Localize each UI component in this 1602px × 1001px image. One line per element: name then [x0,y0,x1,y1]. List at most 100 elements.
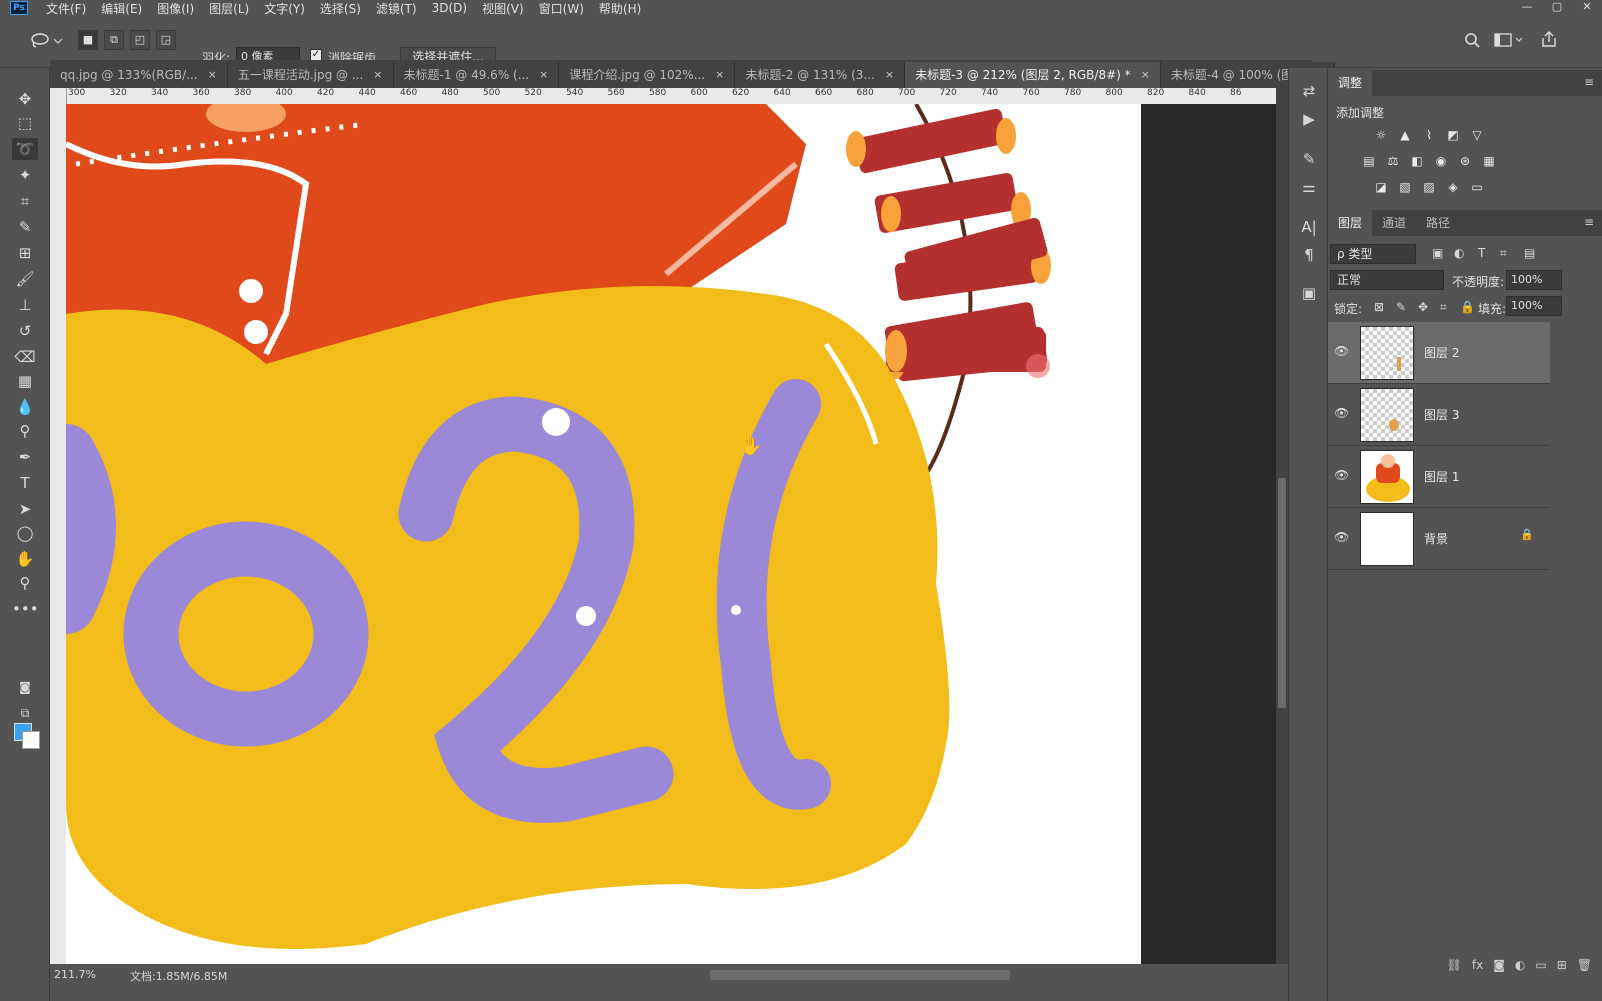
levels-icon[interactable]: ▲ [1396,128,1414,142]
menu-image[interactable]: 图像(I) [157,0,194,17]
blur-tool-icon[interactable]: 💧 [12,396,38,418]
lock-position-icon[interactable]: ✥ [1418,300,1428,314]
path-selection-tool-icon[interactable]: ➤ [12,498,38,520]
exposure-icon[interactable]: ◩ [1444,128,1462,142]
posterize-icon[interactable]: ▧ [1396,180,1414,194]
eraser-tool-icon[interactable]: ⌫ [12,346,38,368]
image-filter-icon[interactable]: ▣ [1432,246,1443,260]
search-icon[interactable] [1464,32,1480,51]
color-lookup-icon[interactable]: ▦ [1480,154,1498,168]
menu-help[interactable]: 帮助(H) [599,0,641,17]
menu-select[interactable]: 选择(S) [320,0,361,17]
hand-tool-icon[interactable]: ✋ [12,548,38,570]
new-adjustment-icon[interactable]: ◐ [1515,958,1525,980]
layer-row[interactable]: 👁 图层 1 [1328,446,1550,508]
layer-style-icon[interactable]: fx [1472,958,1483,980]
opacity-input[interactable]: 100% [1506,270,1562,290]
libraries-icon[interactable]: ▣ [1297,282,1321,304]
add-selection-button[interactable]: ⧉ [104,30,124,50]
photo-filter-icon[interactable]: ◉ [1432,154,1450,168]
healing-brush-tool-icon[interactable]: ⊞ [12,242,38,264]
history-icon[interactable]: ⇄ [1297,80,1321,102]
layer-name[interactable]: 图层 2 [1424,344,1459,361]
actions-play-icon[interactable]: ▶ [1297,108,1321,130]
visibility-eye-icon[interactable]: 👁 [1334,406,1349,420]
close-window-button[interactable]: ✕ [1572,0,1602,16]
black-white-icon[interactable]: ◧ [1408,154,1426,168]
minimize-button[interactable]: — [1512,0,1542,16]
tab-channels[interactable]: 通道 [1372,210,1416,236]
menu-window[interactable]: 窗口(W) [539,0,584,17]
tab-layers[interactable]: 图层 [1328,210,1373,236]
curves-icon[interactable]: ⌇ [1420,128,1438,142]
layer-row[interactable]: 👁 图层 2 [1328,322,1550,384]
document-canvas[interactable]: ✋ [66,104,1141,964]
tab-wuyi[interactable]: 五一课程活动.jpg @ ... × [227,62,394,88]
close-icon[interactable]: × [885,62,894,88]
menu-file[interactable]: 文件(F) [46,0,86,17]
menu-filter[interactable]: 滤镜(T) [376,0,417,17]
blend-mode-select[interactable]: 正常 [1330,270,1444,290]
type-filter-icon[interactable]: T [1478,246,1485,260]
subtract-selection-button[interactable]: ◰ [130,30,150,50]
panel-menu-icon[interactable]: ≡ [1584,215,1594,229]
workspace-icon[interactable] [1494,33,1524,50]
lock-all-icon[interactable]: 🔒 [1460,300,1475,314]
tab-untitled-2[interactable]: 未标题-2 @ 131% (3... × [735,62,906,88]
tab-adjustments[interactable]: 调整 [1328,70,1373,96]
visibility-eye-icon[interactable]: 👁 [1334,530,1349,544]
zoom-level[interactable]: 211.7% [54,968,96,981]
eyedropper-tool-icon[interactable]: ✎ [12,216,38,238]
menu-edit[interactable]: 编辑(E) [101,0,142,17]
hue-saturation-icon[interactable]: ▤ [1360,154,1378,168]
visibility-eye-icon[interactable]: 👁 [1334,468,1349,482]
close-icon[interactable]: × [539,62,548,88]
layer-row[interactable]: 👁 图层 3 [1328,384,1550,446]
menu-view[interactable]: 视图(V) [482,0,524,17]
type-tool-icon[interactable]: T [12,472,38,494]
channel-mixer-icon[interactable]: ⊛ [1456,154,1474,168]
shape-filter-icon[interactable]: ⌗ [1500,246,1507,261]
color-balance-icon[interactable]: ⚖ [1384,154,1402,168]
paragraph-icon[interactable]: ¶ [1297,244,1321,266]
lock-transparency-icon[interactable]: ⊠ [1374,300,1384,314]
menu-3d[interactable]: 3D(D) [432,1,467,15]
lock-pixels-icon[interactable]: ✎ [1396,300,1406,314]
tab-untitled-3[interactable]: 未标题-3 @ 212% (图层 2, RGB/8#) * × [905,62,1161,88]
layer-filter-select[interactable]: ρ 类型 [1330,244,1416,264]
vertical-scrollbar[interactable] [1276,88,1288,964]
magic-wand-tool-icon[interactable]: ✦ [12,164,38,186]
close-icon[interactable]: × [1141,62,1150,88]
zoom-tool-icon[interactable]: ⚲ [12,572,38,594]
smart-object-filter-icon[interactable]: ▤ [1524,246,1535,260]
intersect-selection-button[interactable]: ◲ [156,30,176,50]
lasso-tool-icon[interactable]: ➰ [12,138,38,160]
screen-mode-icon[interactable]: ⧉ [12,702,38,724]
clone-stamp-tool-icon[interactable]: ⊥ [12,294,38,316]
delete-layer-icon[interactable]: 🗑 [1577,958,1592,980]
crop-tool-icon[interactable]: ⌗ [12,190,38,212]
visibility-eye-icon[interactable]: 👁 [1334,344,1349,358]
menu-layer[interactable]: 图层(L) [209,0,249,17]
new-layer-icon[interactable]: ⊞ [1557,958,1567,980]
add-mask-icon[interactable]: ◙ [1493,958,1505,980]
tab-course-intro[interactable]: 课程介绍.jpg @ 102%... × [559,62,736,88]
marquee-tool-icon[interactable]: ⬚ [12,112,38,134]
canvas-area[interactable]: ✋ [66,104,1276,964]
quick-mask-icon[interactable]: ◙ [12,676,38,698]
ellipse-tool-icon[interactable]: ◯ [12,522,38,544]
brightness-icon[interactable]: ☼ [1372,128,1390,142]
adjustment-filter-icon[interactable]: ◐ [1454,246,1464,260]
new-group-icon[interactable]: ▭ [1535,958,1546,980]
new-selection-button[interactable]: ■ [78,30,98,50]
tab-untitled-1[interactable]: 未标题-1 @ 49.6% (... × [393,62,560,88]
layer-name[interactable]: 背景 [1424,530,1448,547]
pen-tool-icon[interactable]: ✒ [12,446,38,468]
close-icon[interactable]: × [373,62,382,88]
selective-color-icon[interactable]: ◈ [1444,180,1462,194]
invert-icon[interactable]: ◪ [1372,180,1390,194]
layer-row[interactable]: 👁 背景 🔒 [1328,508,1550,570]
fill-input[interactable]: 100% [1506,296,1562,316]
character-icon[interactable]: A| [1297,216,1321,238]
close-icon[interactable]: × [208,62,217,88]
